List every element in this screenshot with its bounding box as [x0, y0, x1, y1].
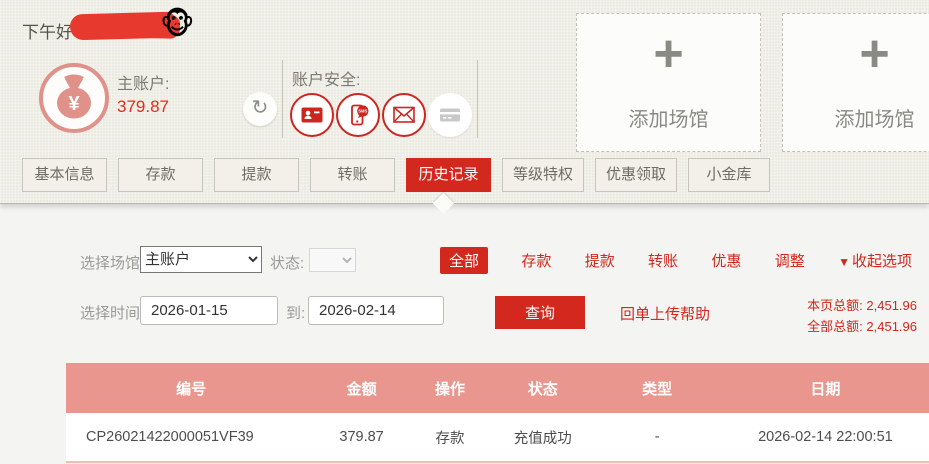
- money-bag-icon: ¥: [38, 62, 110, 139]
- col-header-operation: 操作: [407, 363, 493, 413]
- svg-text:¥: ¥: [68, 93, 80, 115]
- table-header-row: 编号 金额 操作 状态 类型 日期: [66, 363, 929, 413]
- tab-withdraw[interactable]: 提款: [214, 158, 299, 192]
- svg-text:SMS: SMS: [358, 109, 367, 114]
- account-tabs: 基本信息 存款 提款 转账 历史记录 等级特权 优惠领取 小金库: [22, 158, 770, 192]
- totals-block: 本页总额: 2,451.96 全部总额: 2,451.96: [807, 295, 917, 337]
- tab-basic-info[interactable]: 基本信息: [22, 158, 107, 192]
- cell-date: 2026-02-14 22:00:51: [722, 413, 929, 461]
- history-table: 编号 金额 操作 状态 类型 日期 CP26021422000051VF39 3…: [66, 363, 929, 463]
- filter-link-deposit[interactable]: 存款: [521, 250, 551, 271]
- plus-icon: +: [859, 27, 889, 81]
- greeting-label: 下午好: [22, 23, 73, 42]
- account-header-section: 下午好la 🐵 ¥ 主账户: 379.87 ↻ 账户安全:: [0, 0, 929, 204]
- cell-id: CP26021422000051VF39: [66, 413, 316, 461]
- avatar: 🐵: [160, 8, 195, 42]
- add-venue-label: 添加场馆: [835, 103, 915, 132]
- filter-link-all[interactable]: 全部: [440, 247, 488, 274]
- plus-icon: +: [653, 27, 683, 81]
- filter-link-promo[interactable]: 优惠: [711, 250, 741, 271]
- main-account-label: 主账户:: [117, 70, 169, 94]
- triangle-down-icon: ▼: [838, 255, 850, 269]
- date-to-label: 到:: [286, 302, 305, 323]
- tab-vault[interactable]: 小金库: [688, 158, 770, 192]
- filter-link-withdraw[interactable]: 提款: [585, 250, 615, 271]
- divider: [477, 60, 478, 138]
- filter-link-adjust[interactable]: 调整: [775, 250, 805, 271]
- status-select-label: 状态:: [270, 252, 304, 273]
- email-icon[interactable]: [382, 93, 426, 137]
- history-type-links: 全部 存款 提款 转账 优惠 调整 ▼收起选项: [440, 247, 912, 274]
- account-security-label: 账户安全:: [292, 66, 360, 90]
- filter-link-transfer[interactable]: 转账: [648, 250, 678, 271]
- col-header-amount: 金额: [316, 363, 407, 413]
- tab-history[interactable]: 历史记录: [406, 158, 491, 192]
- divider: [282, 60, 283, 138]
- refresh-icon: ↻: [252, 97, 269, 119]
- add-venue-button[interactable]: + 添加场馆: [576, 13, 761, 152]
- bank-card-icon[interactable]: [428, 93, 472, 137]
- col-header-status: 状态: [493, 363, 592, 413]
- tab-promo-claim[interactable]: 优惠领取: [595, 158, 677, 192]
- tab-transfer[interactable]: 转账: [310, 158, 395, 192]
- col-header-type: 类型: [592, 363, 721, 413]
- collapse-options-label: 收起选项: [852, 253, 912, 270]
- cell-status: 充值成功: [493, 413, 592, 461]
- cell-amount: 379.87: [316, 413, 407, 461]
- col-header-date: 日期: [722, 363, 929, 413]
- tab-deposit[interactable]: 存款: [118, 158, 203, 192]
- tab-vip-privilege[interactable]: 等级特权: [502, 158, 584, 192]
- date-to-input[interactable]: [308, 296, 444, 325]
- all-total: 全部总额: 2,451.96: [807, 316, 917, 337]
- account-page: 下午好la 🐵 ¥ 主账户: 379.87 ↻ 账户安全:: [0, 0, 929, 464]
- add-venue-label: 添加场馆: [629, 103, 709, 132]
- refresh-balance-button[interactable]: ↻: [243, 92, 277, 126]
- venue-select[interactable]: 主账户: [140, 246, 262, 273]
- date-from-input[interactable]: [140, 296, 278, 325]
- status-select[interactable]: [309, 248, 356, 272]
- cell-operation: 存款: [407, 413, 493, 461]
- cell-type: -: [592, 413, 721, 461]
- venue-select-label: 选择场馆:: [80, 252, 144, 273]
- account-balance: 379.87: [117, 97, 169, 117]
- collapse-options-link[interactable]: ▼收起选项: [838, 250, 912, 271]
- id-card-icon[interactable]: [290, 93, 334, 137]
- receipt-upload-help-link[interactable]: 回单上传帮助: [620, 303, 710, 324]
- page-total: 本页总额: 2,451.96: [807, 295, 917, 316]
- table-row: CP26021422000051VF39 379.87 存款 充值成功 - 20…: [66, 413, 929, 461]
- sms-phone-icon[interactable]: SMS: [336, 93, 380, 137]
- col-header-id: 编号: [66, 363, 316, 413]
- row-separator: [66, 461, 929, 463]
- time-select-label: 选择时间:: [80, 302, 144, 323]
- add-venue-button[interactable]: + 添加场馆: [782, 13, 929, 152]
- search-button[interactable]: 查询: [495, 296, 585, 329]
- security-icons-row: SMS: [290, 93, 472, 137]
